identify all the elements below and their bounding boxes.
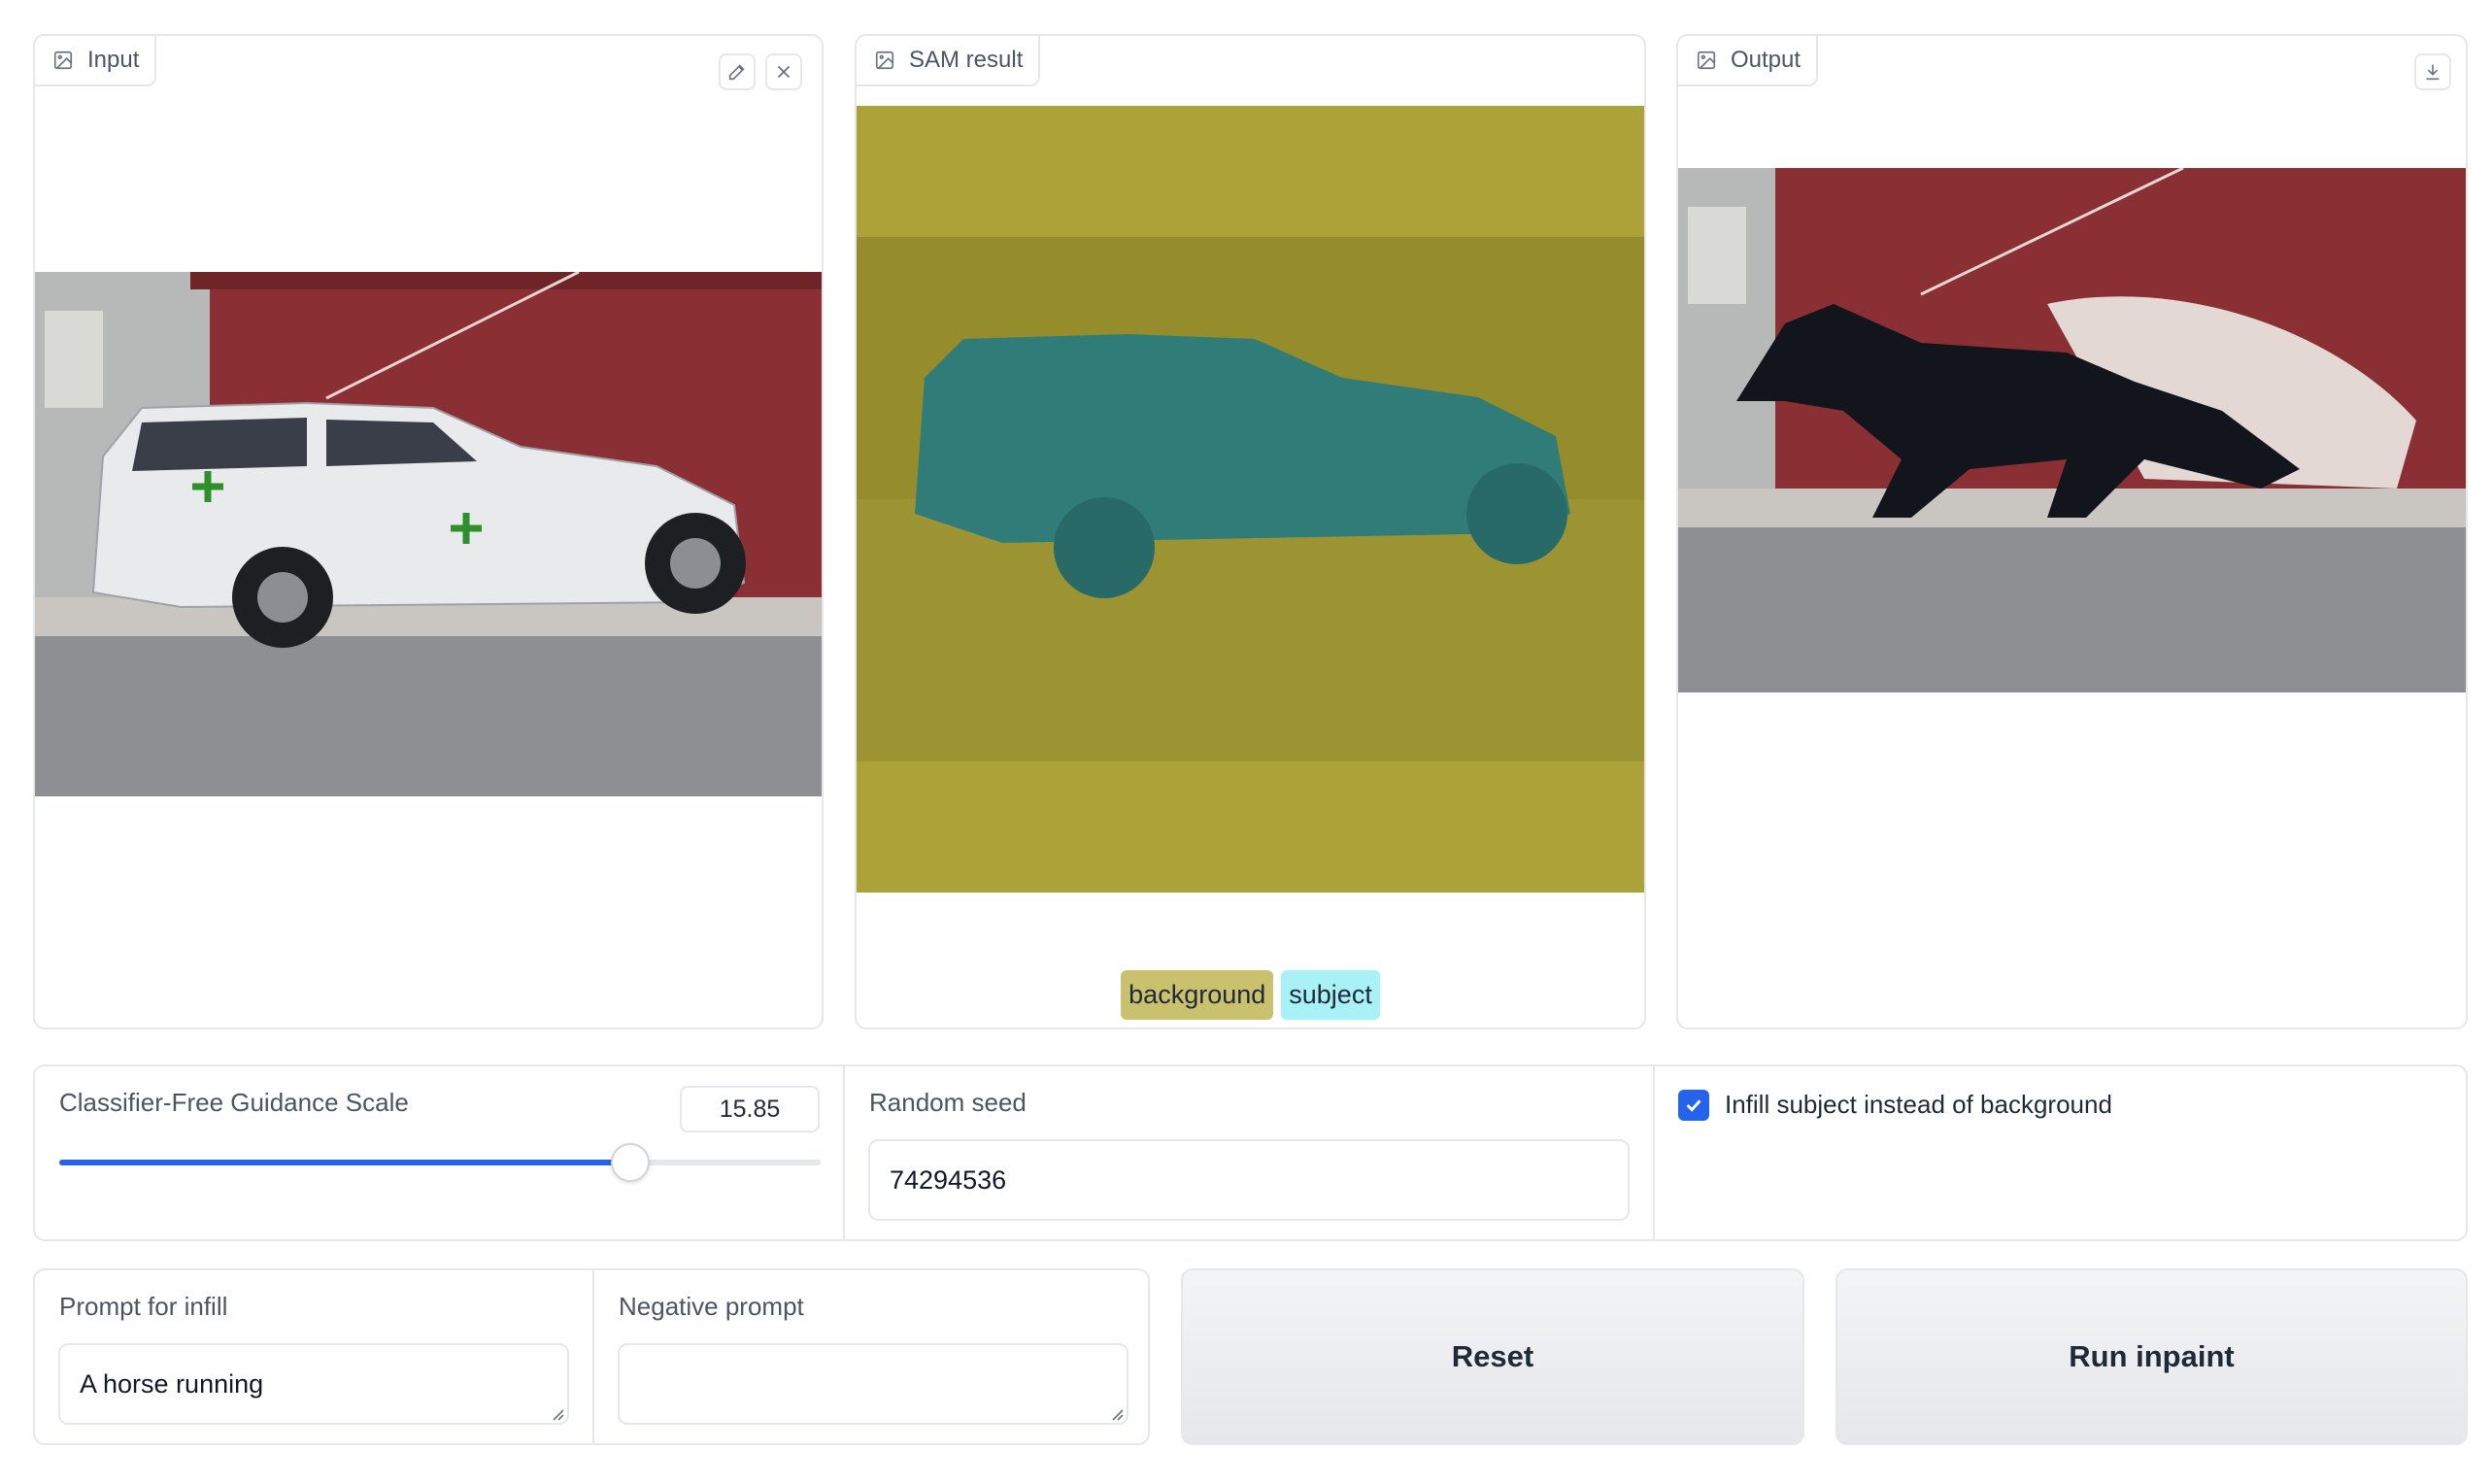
negative-control: Negative prompt [594,1270,1148,1443]
sam-label-text: SAM result [909,47,1024,73]
cfg-slider[interactable] [59,1143,821,1182]
legend-subject: subject [1281,970,1380,1020]
infill-control: Infill subject instead of background [1655,1066,2466,1239]
sam-panel: SAM result background subject [855,34,1646,1029]
input-label-text: Input [87,47,140,73]
check-icon [1686,1099,1701,1112]
seed-input[interactable]: 74294536 [868,1139,1630,1221]
prompt-label: Prompt for infill [59,1292,228,1321]
prompts-row: Prompt for infill A horse running Negati… [33,1268,1150,1445]
close-icon [777,65,791,79]
reset-button[interactable]: Reset [1181,1268,1804,1445]
cfg-number-input[interactable]: 15.85 [680,1086,820,1132]
prompt-input[interactable]: A horse running [58,1343,569,1425]
input-panel: Input [33,34,824,1029]
edit-icon [728,64,745,81]
sam-label: SAM result [857,36,1041,86]
cfg-control: Classifier-Free Guidance Scale 15.85 [35,1066,845,1239]
cfg-slider-thumb[interactable] [611,1143,650,1182]
output-image [1678,168,2466,692]
resize-grip-icon [1112,1409,1124,1421]
negative-label: Negative prompt [619,1292,804,1321]
image-icon [875,51,894,70]
output-label: Output [1678,36,1819,86]
output-label-text: Output [1731,47,1802,73]
prompt-control: Prompt for infill A horse running [35,1270,594,1443]
seed-label: Random seed [869,1088,1027,1117]
input-image[interactable] [35,272,822,796]
download-icon [2426,64,2440,81]
image-icon [1697,51,1716,70]
run-inpaint-button[interactable]: Run inpaint [1835,1268,2468,1445]
download-button[interactable] [2414,53,2451,90]
cfg-slider-fill [59,1160,630,1165]
infill-label: Infill subject instead of background [1725,1090,2112,1119]
negative-input[interactable] [618,1343,1128,1425]
controls-row: Classifier-Free Guidance Scale 15.85 Ran… [33,1064,2468,1241]
seed-control: Random seed 74294536 [845,1066,1655,1239]
cfg-label: Classifier-Free Guidance Scale [59,1088,409,1117]
resize-grip-icon [553,1409,564,1421]
output-panel: Output [1676,34,2468,1029]
sam-legend: background subject [857,970,1644,1020]
legend-background: background [1121,970,1274,1020]
infill-checkbox[interactable] [1678,1090,1709,1121]
edit-button[interactable] [719,53,756,90]
input-label: Input [35,36,157,86]
sam-image [857,106,1644,893]
image-icon [53,51,73,70]
clear-button[interactable] [765,53,802,90]
